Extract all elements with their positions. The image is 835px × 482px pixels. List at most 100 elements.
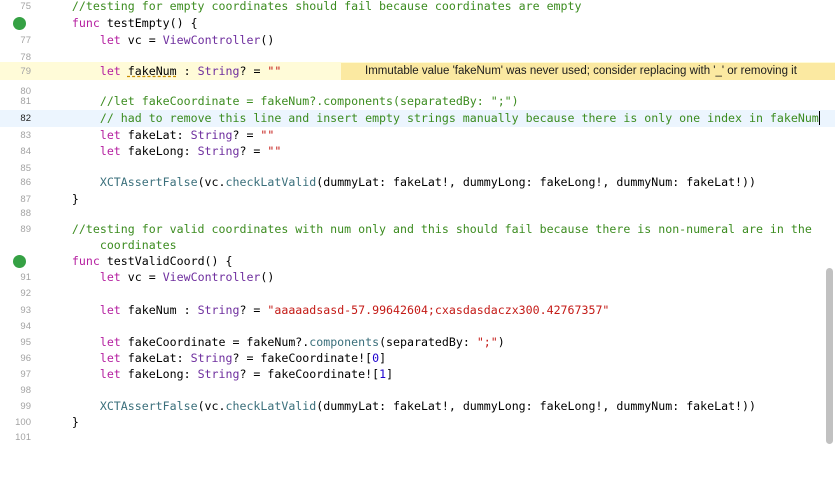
code-line[interactable]: 88 (0, 205, 835, 222)
string-literal: ";" (476, 335, 498, 349)
text-caret (818, 111, 820, 125)
code-line[interactable]: 89 //testing for valid coordinates with … (0, 221, 835, 238)
function-call: components (309, 335, 380, 349)
code-text: ] (386, 367, 394, 381)
code-line[interactable]: 92 (0, 285, 835, 302)
code-line[interactable]: 95 let fakeCoordinate = fakeNum?.compone… (0, 334, 835, 351)
type-name: ViewController (162, 33, 261, 47)
number-literal: 1 (379, 367, 387, 381)
line-number: 91 (20, 272, 31, 283)
string-literal: "" (260, 128, 275, 142)
keyword: let (99, 351, 121, 365)
line-number: 101 (15, 432, 31, 443)
code-text: ? = (239, 144, 268, 158)
keyword: let (99, 128, 121, 142)
string-literal: "aaaaadsasd-57.99642604;cxasdasdaczx300.… (267, 303, 610, 317)
code-line-current[interactable]: 82 // had to remove this line and insert… (0, 110, 835, 127)
code-line-warning[interactable]: 79 let fakeNum : String? = "" Immutable … (0, 62, 835, 80)
line-number: 92 (20, 288, 31, 299)
code-line[interactable]: 93 let fakeNum : String? = "aaaaadsasd-5… (0, 302, 835, 319)
code-text: () (260, 270, 275, 284)
code-line[interactable]: 86 XCTAssertFalse(vc.checkLatValid(dummy… (0, 174, 835, 191)
code-line[interactable]: 99 XCTAssertFalse(vc.checkLatValid(dummy… (0, 398, 835, 415)
warning-message: Immutable value 'fakeNum' was never used… (365, 65, 797, 77)
keyword: func (71, 16, 100, 30)
type-name: String (197, 144, 240, 158)
code-text: (vc. (197, 399, 226, 413)
keyword: let (99, 270, 121, 284)
code-line[interactable]: func testValidCoord() { (0, 253, 835, 299)
comment: //testing for empty coordinates should f… (71, 0, 582, 13)
line-number: 75 (20, 1, 31, 12)
code-line[interactable]: 84 let fakeLong: String? = "" (0, 143, 835, 160)
line-number: 86 (20, 177, 31, 188)
function-call: XCTAssertFalse (99, 175, 198, 189)
line-number: 76 (0, 15, 31, 32)
vertical-scrollbar[interactable] (824, 0, 835, 445)
warning-annotation[interactable]: Immutable value 'fakeNum' was never used… (341, 63, 835, 80)
code-text: (separatedBy: (379, 335, 477, 349)
type-name: ViewController (162, 270, 261, 284)
function-signature: testEmpty() { (99, 16, 198, 30)
keyword: let (99, 303, 121, 317)
scrollbar-thumb[interactable] (826, 268, 833, 444)
test-passed-icon[interactable] (13, 255, 26, 299)
comment: //testing for valid coordinates with num… (71, 222, 812, 236)
type-name: String (190, 351, 233, 365)
line-number: 82 (20, 113, 31, 124)
line-number: 94 (20, 321, 31, 332)
function-signature: testValidCoord() { (99, 254, 233, 268)
comment: //let fakeCoordinate = fakeNum?.componen… (99, 94, 519, 108)
type-name: String (190, 128, 233, 142)
keyword: let (99, 335, 121, 349)
code-line[interactable]: 98 (0, 382, 835, 399)
line-number: 81 (20, 96, 31, 107)
code-text: fakeNum : (120, 303, 198, 317)
line-number: 96 (20, 353, 31, 364)
code-line[interactable]: 96 let fakeLat: String? = fakeCoordinate… (0, 350, 835, 367)
keyword: let (99, 64, 121, 78)
string-literal: "" (267, 64, 282, 78)
keyword: let (99, 367, 121, 381)
code-text: ] (379, 351, 387, 365)
keyword: let (99, 144, 121, 158)
code-text: ? = (239, 303, 268, 317)
code-line[interactable]: 94 (0, 318, 835, 335)
comment: coordinates (71, 238, 177, 252)
code-text: vc = (120, 270, 163, 284)
code-editor[interactable]: 75 //testing for empty coordinates shoul… (0, 0, 835, 445)
type-name: String (197, 303, 240, 317)
code-text: ? = (239, 64, 268, 78)
code-line[interactable]: 101 (0, 429, 835, 446)
code-text: ) (497, 335, 505, 349)
code-line[interactable]: 81 //let fakeCoordinate = fakeNum?.compo… (0, 93, 835, 110)
line-number: 97 (20, 369, 31, 380)
code-text: fakeLong: (120, 144, 198, 158)
code-line[interactable]: 97 let fakeLong: String? = fakeCoordinat… (0, 366, 835, 383)
closing-brace: } (71, 192, 79, 206)
code-text: fakeLong: (120, 367, 198, 381)
function-call: XCTAssertFalse (99, 399, 198, 413)
code-line-wrapped[interactable]: coordinates (0, 237, 835, 254)
code-text: () (260, 33, 275, 47)
code-line[interactable]: 83 let fakeLat: String? = "" (0, 127, 835, 144)
string-literal: "" (267, 144, 282, 158)
line-number: 98 (20, 385, 31, 396)
code-text: ? = fakeCoordinate![ (239, 367, 380, 381)
code-line[interactable]: 76 func testEmpty() { (0, 15, 835, 61)
line-number: 79 (20, 66, 31, 77)
line-number: 83 (20, 130, 31, 141)
comment: // had to remove this line and insert em… (99, 111, 819, 125)
unused-variable[interactable]: fakeNum (128, 64, 177, 78)
code-line[interactable]: 77 let vc = ViewController() (0, 32, 835, 49)
line-number: 93 (20, 305, 31, 316)
code-line[interactable]: 91 let vc = ViewController() (0, 269, 835, 286)
line-number: 88 (20, 208, 31, 219)
code-text: vc = (120, 33, 163, 47)
code-text: (vc. (197, 175, 226, 189)
code-text: fakeLat: (120, 128, 191, 142)
type-name: String (197, 64, 240, 78)
keyword: func (71, 254, 100, 268)
code-line[interactable]: 75 //testing for empty coordinates shoul… (0, 0, 835, 15)
code-text: fakeLat: (120, 351, 191, 365)
